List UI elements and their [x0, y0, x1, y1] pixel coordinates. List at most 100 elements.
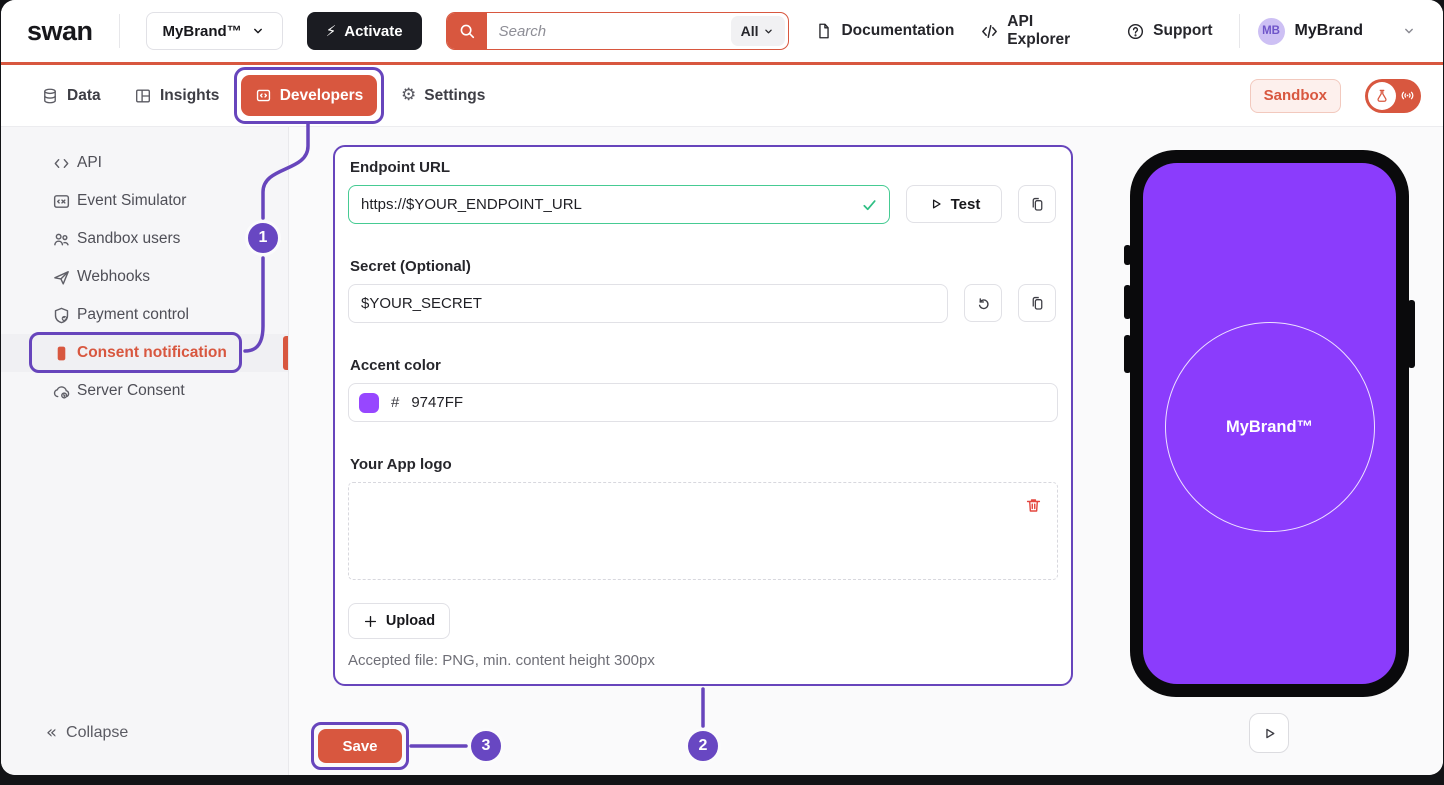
api-explorer-link[interactable]: API Explorer — [980, 13, 1100, 49]
brand-name: MyBrand™ — [1226, 418, 1313, 437]
search-filter-dropdown[interactable]: All — [731, 16, 786, 46]
secondary-nav: Data Insights Developers ⚙ Settings Sand… — [1, 62, 1443, 127]
project-selector-label: MyBrand™ — [163, 23, 242, 40]
gear-icon: ⚙ — [401, 87, 416, 104]
api-explorer-label: API Explorer — [1007, 13, 1100, 49]
tab-settings-label: Settings — [424, 87, 485, 105]
search-filter-label: All — [741, 23, 759, 39]
collapse-button[interactable]: « Collapse — [46, 722, 128, 743]
sidebar-item-label: Webhooks — [77, 268, 150, 286]
save-button[interactable]: Save — [318, 729, 402, 763]
trash-icon[interactable] — [1024, 496, 1043, 515]
copy-endpoint-button[interactable] — [1018, 185, 1056, 223]
logo-dropzone[interactable] — [348, 482, 1058, 580]
event-simulator-icon — [51, 192, 71, 211]
tab-data-label: Data — [67, 87, 101, 105]
sidebar-item-consent-notification[interactable]: Consent notification — [1, 334, 288, 372]
play-icon — [928, 196, 944, 212]
support-label: Support — [1153, 22, 1212, 40]
top-bar-right: Documentation API Explorer Support MB My… — [789, 13, 1417, 49]
lightning-icon: ⚡ — [326, 22, 337, 40]
documentation-link[interactable]: Documentation — [815, 22, 954, 40]
tab-developers[interactable]: Developers — [241, 75, 377, 116]
cloud-icon — [51, 382, 71, 401]
sidebar-item-api[interactable]: API — [1, 144, 288, 182]
plus-icon — [363, 614, 378, 629]
preview-play-button[interactable] — [1249, 713, 1289, 753]
endpoint-url-field-wrap — [348, 185, 890, 224]
phone-side-button — [1408, 300, 1415, 368]
search-input[interactable] — [487, 23, 731, 40]
sidebar-item-label: Sandbox users — [77, 230, 180, 248]
sidebar-item-label: Event Simulator — [77, 192, 186, 210]
code-icon — [980, 22, 999, 41]
sidebar-item-payment-control[interactable]: Payment control — [1, 296, 288, 334]
search-bar: All — [446, 12, 790, 50]
test-button[interactable]: Test — [906, 185, 1002, 223]
sidebar-item-webhooks[interactable]: Webhooks — [1, 258, 288, 296]
phone-preview: MyBrand™ — [1130, 150, 1409, 697]
phone-side-button — [1124, 335, 1131, 373]
color-swatch[interactable] — [359, 393, 379, 413]
accent-color-label: Accent color — [350, 357, 1058, 375]
upload-hint: Accepted file: PNG, min. content height … — [348, 652, 1058, 669]
mobile-phone-icon — [51, 344, 71, 363]
sidebar-item-sandbox-users[interactable]: Sandbox users — [1, 220, 288, 258]
copy-icon — [1029, 196, 1046, 213]
project-selector[interactable]: MyBrand™ — [146, 12, 283, 50]
code-icon — [51, 154, 71, 173]
copy-icon — [1029, 295, 1046, 312]
sidebar-item-label: Consent notification — [77, 344, 227, 362]
sidebar-item-label: API — [77, 154, 102, 172]
phone-screen: MyBrand™ — [1143, 163, 1396, 684]
sidebar-item-event-simulator[interactable]: Event Simulator — [1, 182, 288, 220]
content-area: API Event Simulator Sandbox users Webhoo… — [1, 127, 1443, 775]
sandbox-badge: Sandbox — [1250, 79, 1341, 113]
activate-button[interactable]: ⚡ Activate — [307, 12, 422, 50]
activate-label: Activate — [344, 23, 402, 40]
accent-color-value: 9747FF — [411, 394, 463, 411]
regenerate-secret-button[interactable] — [964, 284, 1002, 322]
endpoint-url-input[interactable] — [348, 185, 890, 224]
environment-toggle[interactable] — [1365, 79, 1421, 113]
swan-logo: swan — [27, 16, 93, 47]
support-link[interactable]: Support — [1126, 22, 1212, 41]
sidebar-item-server-consent[interactable]: Server Consent — [1, 372, 288, 410]
secret-input[interactable] — [348, 284, 948, 323]
documentation-label: Documentation — [841, 22, 954, 40]
chevron-down-icon — [250, 23, 266, 39]
sidebar: API Event Simulator Sandbox users Webhoo… — [1, 127, 289, 775]
chevron-down-icon — [762, 25, 775, 38]
consent-settings-card: Endpoint URL Test — [333, 145, 1073, 686]
upload-button[interactable]: Upload — [348, 603, 450, 639]
question-icon — [1126, 22, 1145, 41]
chevron-down-icon — [1401, 23, 1417, 39]
active-item-indicator — [283, 336, 288, 370]
copy-secret-button[interactable] — [1018, 284, 1056, 322]
sidebar-item-label: Payment control — [77, 306, 189, 324]
account-menu[interactable]: MB MyBrand — [1258, 18, 1417, 45]
tab-settings[interactable]: ⚙ Settings — [401, 87, 485, 105]
users-icon — [51, 230, 71, 249]
tab-insights[interactable]: Insights — [134, 87, 219, 105]
secret-label: Secret (Optional) — [350, 258, 1058, 276]
brand-circle: MyBrand™ — [1165, 322, 1375, 532]
divider — [119, 14, 120, 48]
test-button-label: Test — [951, 196, 981, 213]
accent-color-input[interactable]: # 9747FF — [348, 383, 1058, 422]
tab-developers-label: Developers — [280, 87, 364, 105]
collapse-chevrons-icon: « — [46, 722, 57, 743]
main-panel: Endpoint URL Test — [289, 127, 1443, 775]
divider — [1239, 14, 1240, 48]
phone-side-button — [1124, 245, 1131, 265]
sidebar-item-label: Server Consent — [77, 382, 185, 400]
tab-insights-label: Insights — [160, 87, 219, 105]
top-bar: swan MyBrand™ ⚡ Activate All — [1, 0, 1443, 62]
upload-button-label: Upload — [386, 613, 435, 629]
tab-data[interactable]: Data — [41, 87, 101, 105]
document-icon — [815, 22, 833, 40]
annotation-box-save: Save — [311, 722, 409, 770]
avatar: MB — [1258, 18, 1285, 45]
search-icon — [447, 13, 487, 49]
app-logo-label: Your App logo — [350, 456, 1058, 474]
